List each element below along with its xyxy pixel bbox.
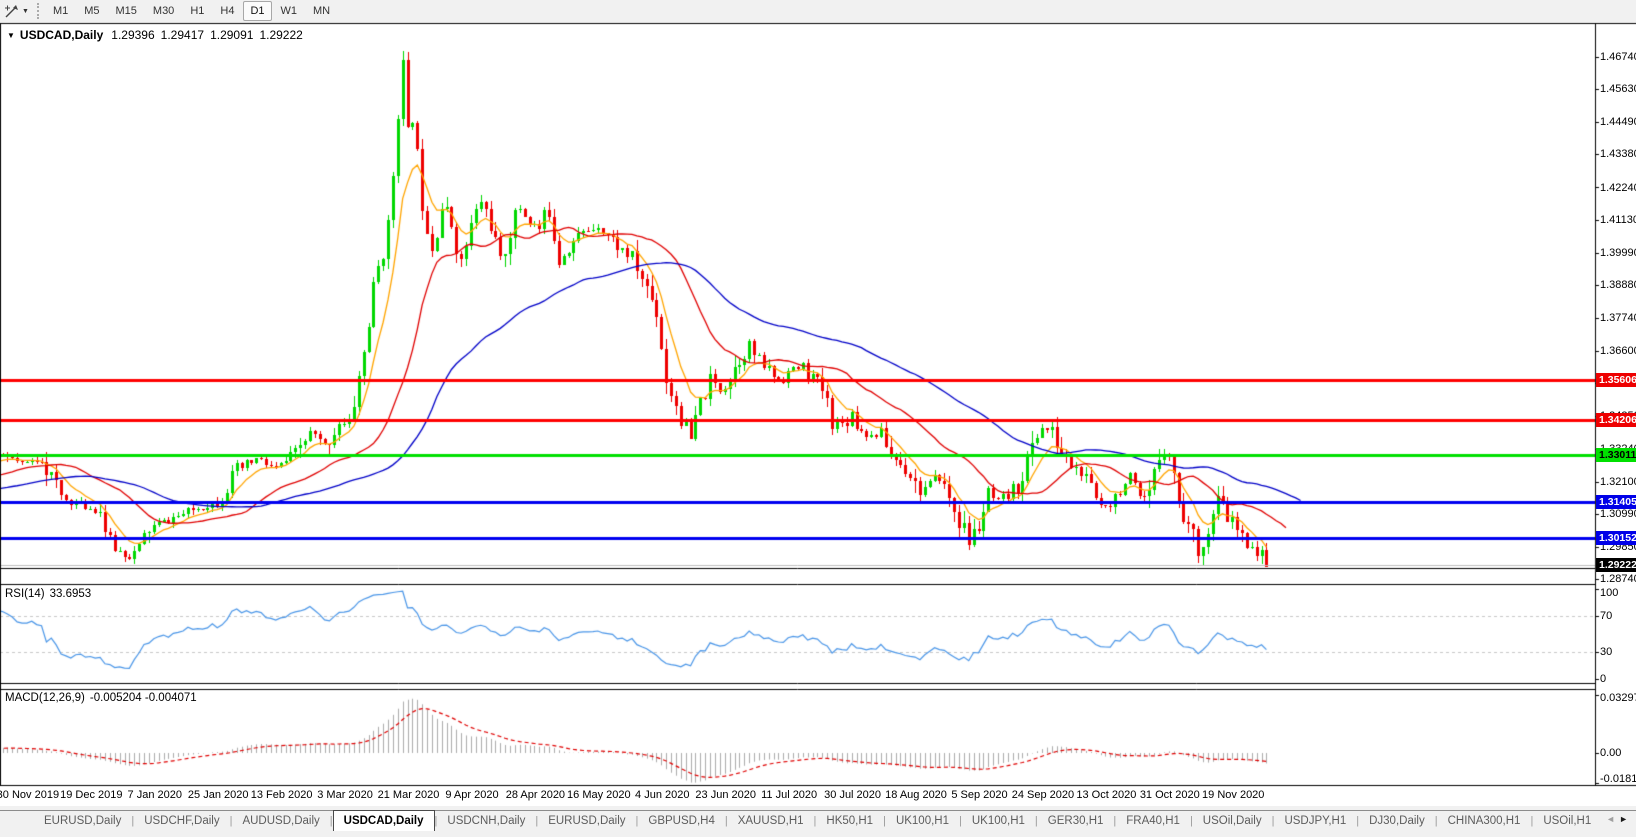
toolbar-grip[interactable] [36,3,39,19]
timeframe-toolbar: ▼ M1 M5 M15 M30 H1 H4 D1 W1 MN [0,0,1636,23]
ohlc-open: 1.29396 [111,28,155,42]
date-tick-label: 19 Dec 2019 [60,789,123,801]
date-tick-label: 11 Jul 2020 [761,789,818,801]
chart-header: ▼ USDCAD,Daily 1.29396 1.29417 1.29091 1.2922… [7,28,309,42]
rsi-label: RSI(14) [5,588,45,600]
rsi-header: RSI(14) 33.6953 [5,588,91,600]
chart-tab-ger30[interactable]: GER30,H1 [1038,812,1114,831]
price-level-tag: 1.34206 [1596,413,1636,428]
date-tick-label: 28 Apr 2020 [505,789,566,801]
price-level-tag: 1.35606 [1596,372,1636,387]
price-tick-label: 1.43380 [1600,148,1636,161]
macd-value: -0.005204 -0.004071 [89,692,197,704]
date-tick-label: 4 Jun 2020 [635,789,690,801]
price-tick-label: 1.42240 [1600,181,1636,194]
date-tick-label: 18 Aug 2020 [885,789,947,801]
price-tick-label: 1.44490 [1600,116,1636,129]
price-tick-label: 1.38880 [1600,278,1636,291]
price-tick-label: 1.36600 [1600,345,1636,358]
macd-scale-label: 0.00 [1600,747,1622,759]
chart-tabs: EURUSD,Daily | USDCHF,Daily | AUDUSD,Daily | U… [0,810,1636,831]
price-tick-label: 1.30990 [1600,507,1636,520]
tab-scroll-nav: ◄► [1606,814,1632,824]
date-tick-label: 25 Jan 2020 [187,789,249,801]
chart-tab-usdchf[interactable]: USDCHF,Daily [134,812,229,831]
current-price-tag: 1.29222 [1596,558,1636,573]
chart-tab-usdcnh[interactable]: USDCNH,Daily [437,812,535,831]
rsi-scale-label: 70 [1600,610,1613,622]
macd-label: MACD(12,26,9) [5,692,85,704]
chart-tab-china300[interactable]: CHINA300,H1 [1438,812,1531,831]
ohlc-high: 1.29417 [160,28,205,42]
macd-scale-label: -0.01815 [1600,773,1636,785]
rsi-scale-label: 100 [1600,587,1619,599]
price-level-tag: 1.33011 [1596,448,1636,463]
date-tick-label: 3 Mar 2020 [317,789,373,801]
timeframe-button-mn[interactable]: MN [306,1,337,21]
chart-tab-usoil[interactable]: USOil,H1 [1533,812,1601,831]
date-tick-label: 5 Sep 2020 [951,789,1008,801]
timeframe-button-m1[interactable]: M1 [46,1,75,21]
chart-tab-fra40[interactable]: FRA40,H1 [1116,812,1190,831]
timeframe-button-m15[interactable]: M15 [109,1,144,21]
price-tick-label: 1.37740 [1600,312,1636,324]
price-tick-label: 1.39990 [1600,246,1636,259]
timeframe-button-w1[interactable]: W1 [274,1,305,21]
date-tick-label: 21 Mar 2020 [377,789,440,801]
date-tick-label: 7 Jan 2020 [127,789,182,801]
rsi-value: 33.6953 [49,588,92,600]
timeframe-button-h4[interactable]: H4 [213,1,241,21]
price-level-tag: 1.30152 [1596,531,1636,546]
chart-tab-gbpusd[interactable]: GBPUSD,H4 [638,812,724,831]
ohlc-low: 1.29091 [210,28,254,42]
symbol-period-label: USDCAD,Daily [19,28,104,42]
timeframe-buttons: M1 M5 M15 M30 H1 H4 D1 W1 MN [45,1,338,21]
crosshair-tool-button[interactable]: ▼ [0,1,33,21]
chart-tab-eurusd[interactable]: EURUSD,Daily [34,812,131,831]
date-tick-label: 9 Apr 2020 [445,789,499,801]
crosshair-tool-icon [5,4,18,17]
chart-tab-uk100[interactable]: UK100,H1 [886,812,959,831]
price-tick-label: 1.41130 [1600,213,1636,226]
chart-tab-hk50[interactable]: HK50,H1 [816,812,883,831]
date-tick-label: 24 Sep 2020 [1011,789,1075,801]
chart-tab-eurusd[interactable]: EURUSD,Daily [538,812,635,831]
mt4-terminal: ▼ M1 M5 M15 M30 H1 H4 D1 W1 MN ▼ USDCAD,Daily 1.29… [0,0,1636,837]
date-tick-label: 30 Nov 2019 [0,789,60,801]
date-tick-label: 16 May 2020 [567,789,631,801]
chart-tab-usdjpy[interactable]: USDJPY,H1 [1274,812,1356,831]
price-tick-label: 1.28740 [1600,573,1636,585]
chart-tabs-bar: EURUSD,Daily | USDCHF,Daily | AUDUSD,Daily | U… [0,806,1636,837]
rsi-scale-label: 30 [1600,646,1613,658]
timeframe-button-h1[interactable]: H1 [183,1,211,21]
price-tick-label: 1.45630 [1600,83,1636,96]
date-tick-label: 13 Feb 2020 [250,789,313,801]
price-level-tag: 1.31405 [1596,494,1636,509]
rsi-scale-label: 0 [1600,673,1607,685]
timeframe-button-m5[interactable]: M5 [77,1,106,21]
collapse-caret-icon[interactable]: ▼ [7,31,15,40]
chart-tab-usoil[interactable]: USOil,Daily [1193,812,1272,831]
chart-tab-xauusd[interactable]: XAUUSD,H1 [728,812,814,831]
price-chart-canvas[interactable] [0,0,1636,837]
date-tick-label: 30 Jul 2020 [824,789,882,801]
chart-tab-usdcad-active[interactable]: USDCAD,Daily [332,810,435,831]
timeframe-button-d1[interactable]: D1 [243,1,272,21]
tab-scroll-right-icon[interactable]: ► [1619,814,1632,824]
chart-tab-dj30[interactable]: DJ30,Daily [1359,812,1435,831]
chart-tab-audusd[interactable]: AUDUSD,Daily [232,812,329,831]
dropdown-caret-icon: ▼ [22,7,29,15]
date-tick-label: 31 Oct 2020 [1139,789,1200,801]
chart-tab-uk100[interactable]: UK100,H1 [962,812,1035,831]
date-tick-label: 13 Oct 2020 [1076,789,1137,801]
date-tick-label: 19 Nov 2020 [1202,789,1265,801]
price-tick-label: 1.46740 [1600,51,1636,63]
date-tick-label: 23 Jun 2020 [695,789,756,801]
macd-header: MACD(12,26,9) -0.005204 -0.004071 [5,692,197,704]
price-tick-label: 1.32100 [1600,475,1636,488]
macd-scale-label: 0.03297 [1600,692,1636,704]
timeframe-button-m30[interactable]: M30 [146,1,181,21]
ohlc-close: 1.29222 [259,28,303,42]
tab-scroll-left-icon[interactable]: ◄ [1606,814,1619,824]
